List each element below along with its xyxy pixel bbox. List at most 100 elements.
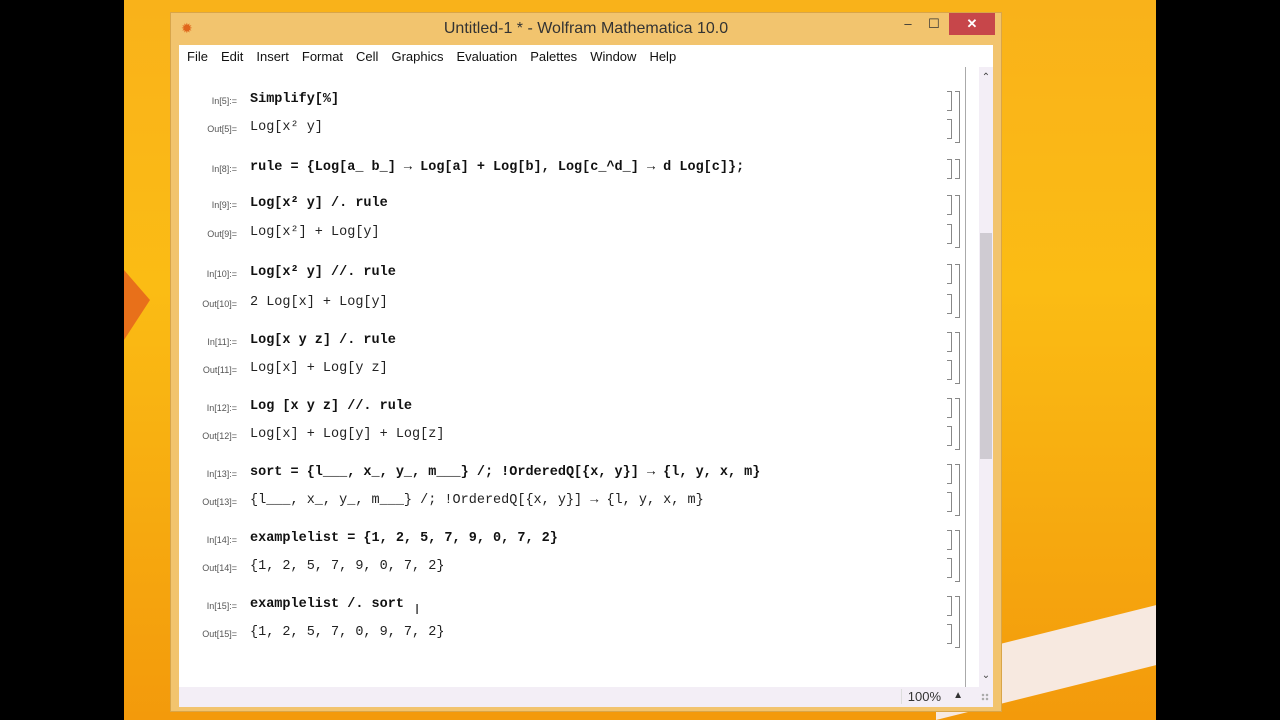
cell-label: Out[12]= [202, 431, 237, 441]
cell-group-bracket[interactable] [955, 596, 960, 648]
input-cell[interactable]: In[10]:= Log[x² y] //. rule [179, 264, 979, 286]
cell-bracket[interactable] [947, 264, 952, 284]
menu-window[interactable]: Window [590, 49, 636, 64]
output-cell[interactable]: Out[14]= {1, 2, 5, 7, 9, 0, 7, 2} [179, 558, 979, 580]
desktop-decoration [124, 270, 150, 340]
status-bar: 100% ▲ [179, 687, 993, 707]
cell-group-bracket[interactable] [955, 159, 960, 179]
input-expression[interactable]: Log[x y z] /. rule [250, 333, 396, 348]
cell-bracket[interactable] [947, 332, 952, 352]
notebook-area[interactable]: I In[5]:= Simplify[%] Out[5]= Log[x² y] In[8… [179, 67, 979, 687]
output-cell[interactable]: Out[15]= {1, 2, 5, 7, 0, 9, 7, 2} [179, 624, 979, 646]
menu-cell[interactable]: Cell [356, 49, 378, 64]
cell-bracket[interactable] [947, 398, 952, 418]
input-cell[interactable]: In[15]:= examplelist /. sort [179, 596, 979, 618]
cell-label: In[14]:= [206, 535, 237, 545]
menu-bar: File Edit Insert Format Cell Graphics Ev… [179, 45, 993, 67]
minimize-button[interactable]: – [895, 13, 921, 35]
cell-group-bracket[interactable] [955, 464, 960, 516]
cell-label: In[15]:= [206, 601, 237, 611]
cell-group-bracket[interactable] [955, 530, 960, 582]
input-expression[interactable]: Log[x² y] //. rule [250, 265, 396, 280]
input-cell[interactable]: In[8]:= rule = {Log[a_ b_] → Log[a] + Log… [179, 159, 979, 181]
cell-bracket[interactable] [947, 426, 952, 446]
input-expression[interactable]: Log [x y z] //. rule [250, 399, 412, 414]
input-expression[interactable]: examplelist = {1, 2, 5, 7, 9, 0, 7, 2} [250, 531, 558, 546]
output-cell[interactable]: Out[13]= {l___, x_, y_, m___} /; !Ordered… [179, 492, 979, 514]
cell-group-bracket[interactable] [955, 91, 960, 143]
output-expression: 2 Log[x] + Log[y] [250, 295, 388, 310]
cell-bracket[interactable] [947, 596, 952, 616]
input-cell[interactable]: In[11]:= Log[x y z] /. rule [179, 332, 979, 354]
maximize-button[interactable]: ☐ [921, 13, 947, 35]
cell-bracket[interactable] [947, 159, 952, 179]
input-cell[interactable]: In[13]:= sort = {l___, x_, y_, m___} /; !… [179, 464, 979, 486]
output-expression: {1, 2, 5, 7, 9, 0, 7, 2} [250, 559, 445, 574]
input-expression[interactable]: Log[x² y] /. rule [250, 196, 388, 211]
output-expression: Log[x] + Log[y] + Log[z] [250, 427, 445, 442]
close-button[interactable]: ✕ [949, 13, 995, 35]
cell-bracket[interactable] [947, 195, 952, 215]
menu-palettes[interactable]: Palettes [530, 49, 577, 64]
input-expression[interactable]: Simplify[%] [250, 92, 339, 107]
cell-label: In[10]:= [206, 269, 237, 279]
output-cell[interactable]: Out[9]= Log[x²] + Log[y] [179, 224, 979, 246]
cell-bracket[interactable] [947, 294, 952, 314]
menu-format[interactable]: Format [302, 49, 343, 64]
cell-label: Out[15]= [202, 629, 237, 639]
zoom-level[interactable]: 100% [900, 689, 941, 704]
input-expression[interactable]: sort = {l___, x_, y_, m___} /; !OrderedQ… [250, 465, 760, 480]
cell-label: In[5]:= [211, 96, 237, 106]
input-expression[interactable]: examplelist /. sort [250, 597, 404, 612]
output-cell[interactable]: Out[5]= Log[x² y] [179, 119, 979, 141]
input-expression[interactable]: rule = {Log[a_ b_] → Log[a] + Log[b], Lo… [250, 160, 744, 175]
cell-bracket[interactable] [947, 224, 952, 244]
cell-bracket[interactable] [947, 464, 952, 484]
scroll-up-icon[interactable]: ⌃ [979, 71, 993, 85]
input-cell[interactable]: In[14]:= examplelist = {1, 2, 5, 7, 9, 0,… [179, 530, 979, 552]
cell-label: Out[9]= [207, 229, 237, 239]
cell-group-bracket[interactable] [955, 195, 960, 248]
menu-file[interactable]: File [187, 49, 208, 64]
cell-label: Out[14]= [202, 563, 237, 573]
title-bar[interactable]: ✹ Untitled-1 * - Wolfram Mathematica 10.… [171, 13, 1001, 45]
vertical-scrollbar[interactable]: ⌃ ⌄ [979, 67, 993, 687]
cell-label: In[12]:= [206, 403, 237, 413]
output-expression: Log[x] + Log[y z] [250, 361, 388, 376]
menu-graphics[interactable]: Graphics [391, 49, 443, 64]
cell-group-bracket[interactable] [955, 332, 960, 384]
scrollbar-thumb[interactable] [980, 233, 992, 459]
cell-group-bracket[interactable] [955, 398, 960, 450]
cell-label: Out[11]= [202, 365, 237, 375]
input-cell[interactable]: In[9]:= Log[x² y] /. rule [179, 195, 979, 217]
menu-insert[interactable]: Insert [256, 49, 289, 64]
output-cell[interactable]: Out[12]= Log[x] + Log[y] + Log[z] [179, 426, 979, 448]
cell-group-bracket[interactable] [955, 264, 960, 318]
input-cell[interactable]: In[12]:= Log [x y z] //. rule [179, 398, 979, 420]
menu-help[interactable]: Help [649, 49, 676, 64]
cell-label: Out[10]= [202, 299, 237, 309]
cell-label: In[9]:= [211, 200, 237, 210]
output-expression: {l___, x_, y_, m___} /; !OrderedQ[{x, y}… [250, 493, 704, 508]
resize-grip-icon[interactable] [981, 693, 989, 701]
cell-bracket[interactable] [947, 624, 952, 644]
window-title: Untitled-1 * - Wolfram Mathematica 10.0 [443, 20, 729, 37]
cell-label: Out[13]= [202, 497, 237, 507]
cell-bracket[interactable] [947, 91, 952, 111]
cell-bracket[interactable] [947, 119, 952, 139]
cell-bracket[interactable] [947, 530, 952, 550]
output-expression: {1, 2, 5, 7, 0, 9, 7, 2} [250, 625, 445, 640]
output-cell[interactable]: Out[11]= Log[x] + Log[y z] [179, 360, 979, 382]
cell-bracket[interactable] [947, 360, 952, 380]
cell-label: In[8]:= [211, 164, 237, 174]
input-cell[interactable]: In[5]:= Simplify[%] [179, 91, 979, 113]
mathematica-window: ✹ Untitled-1 * - Wolfram Mathematica 10.… [170, 12, 1002, 712]
scroll-down-icon[interactable]: ⌄ [979, 669, 993, 683]
menu-evaluation[interactable]: Evaluation [456, 49, 517, 64]
output-cell[interactable]: Out[10]= 2 Log[x] + Log[y] [179, 294, 979, 316]
cell-bracket[interactable] [947, 558, 952, 578]
menu-edit[interactable]: Edit [221, 49, 243, 64]
cell-bracket[interactable] [947, 492, 952, 512]
zoom-menu-icon[interactable]: ▲ [953, 690, 963, 701]
cell-label: In[13]:= [206, 469, 237, 479]
